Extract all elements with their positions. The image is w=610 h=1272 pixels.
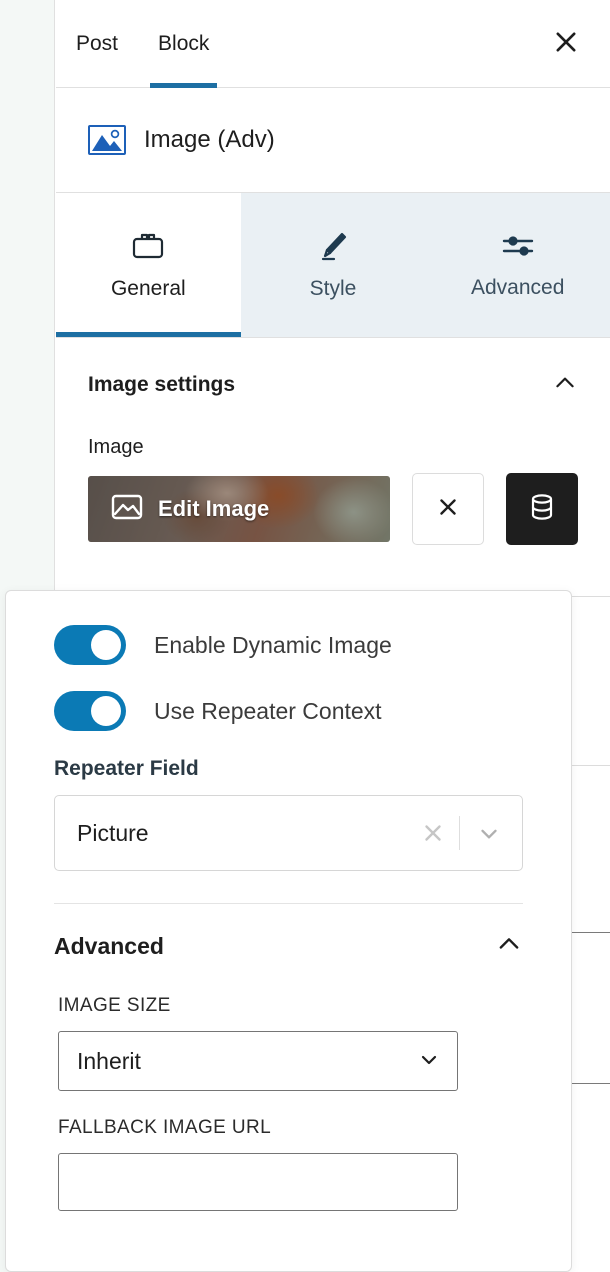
paintbrush-icon [316,230,350,265]
tab-block[interactable]: Block [138,0,229,88]
close-sidebar-button[interactable] [544,22,588,66]
chevron-up-icon[interactable] [495,930,523,963]
image-settings-title: Image settings [88,373,236,396]
dynamic-image-button[interactable] [506,473,578,545]
clear-image-button[interactable] [412,473,484,545]
use-repeater-context-toggle[interactable] [54,691,126,731]
fallback-image-url-input[interactable] [58,1153,458,1211]
toolbox-icon [130,230,166,265]
use-repeater-context-label: Use Repeater Context [154,697,382,724]
block-identity-row: Image (Adv) [56,88,610,193]
sliders-icon [500,231,536,264]
tab-general-label: General [110,276,186,300]
database-icon [527,491,557,528]
tab-general[interactable]: General [56,193,241,337]
toggle-knob [91,630,121,660]
tab-style-label: Style [309,276,357,300]
repeater-field-select[interactable]: Picture [54,795,523,871]
tab-block-label: Block [158,31,210,55]
dynamic-image-popover: Enable Dynamic Image Use Repeater Contex… [5,590,572,1272]
tab-post-label: Post [76,31,119,55]
image-size-value: Inherit [77,1047,141,1074]
tab-advanced[interactable]: Advanced [425,193,610,337]
chevron-up-icon[interactable] [552,370,578,401]
enable-dynamic-image-label: Enable Dynamic Image [154,631,392,658]
advanced-section-title: Advanced [54,933,164,959]
image-icon [110,492,144,527]
repeater-field-value: Picture [77,819,149,846]
image-size-select[interactable]: Inherit [58,1031,458,1091]
edit-image-label: Edit Image [158,496,270,521]
fallback-image-url-label: FALLBACK IMAGE URL [58,1117,272,1138]
tab-advanced-label: Advanced [470,275,565,299]
chevron-down-icon [417,1047,441,1076]
image-settings-header[interactable]: Image settings [88,338,578,418]
use-repeater-context-row: Use Repeater Context [54,691,523,731]
close-icon [435,494,461,525]
image-block-icon [88,125,126,155]
advanced-section-header[interactable]: Advanced [54,904,523,969]
close-icon[interactable] [413,820,453,846]
tab-style[interactable]: Style [241,193,426,337]
image-settings-panel: Image settings Image Edit Image [56,338,610,545]
tab-post[interactable]: Post [56,0,138,88]
edit-image-button[interactable]: Edit Image [88,476,390,542]
chevron-down-icon[interactable] [466,820,512,846]
image-size-label: IMAGE SIZE [58,995,171,1016]
close-icon [552,28,580,59]
enable-dynamic-image-toggle[interactable] [54,625,126,665]
select-divider [459,816,460,850]
image-field-label: Image [88,436,144,458]
repeater-field-label: Repeater Field [54,757,199,780]
section-tabs: General Style Advanced [56,193,610,338]
enable-dynamic-image-row: Enable Dynamic Image [54,625,523,665]
block-title: Image (Adv) [144,126,275,153]
toggle-knob [91,696,121,726]
sidebar-tabbar: Post Block [56,0,610,88]
image-control-row: Edit Image [88,473,578,545]
